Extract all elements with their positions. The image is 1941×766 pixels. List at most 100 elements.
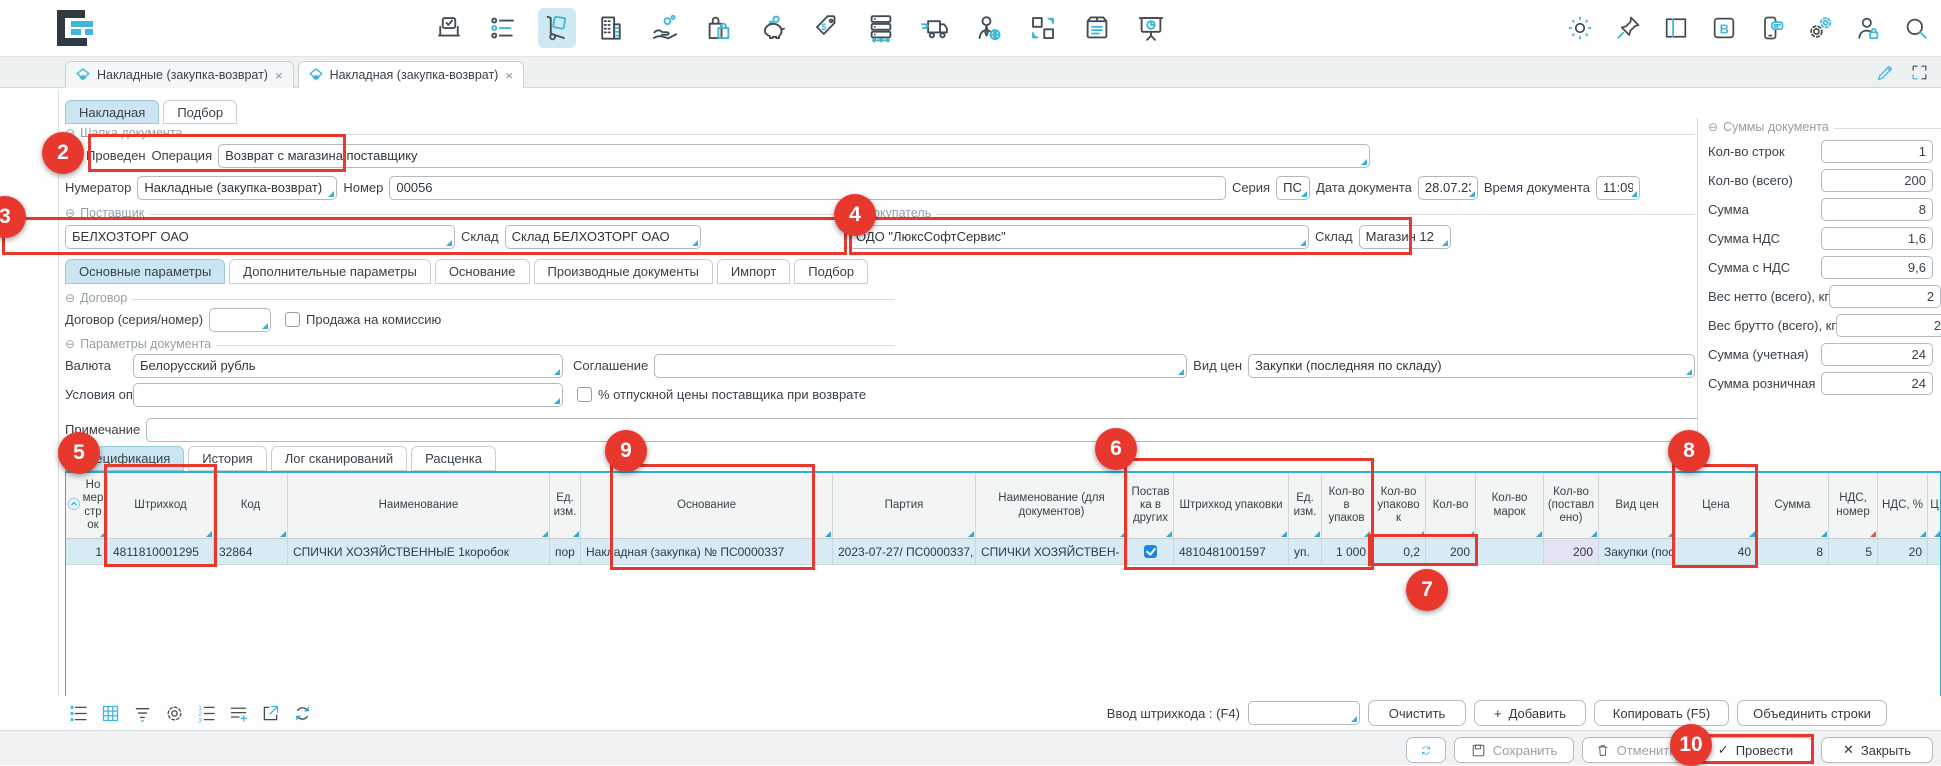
phone-chat-icon[interactable] (1755, 10, 1789, 46)
close-tab-icon[interactable] (505, 68, 513, 83)
open-external-icon[interactable] (260, 703, 281, 724)
supplier-warehouse-input[interactable] (506, 229, 700, 244)
server-stack-icon[interactable] (862, 8, 900, 48)
column-header-14[interactable]: Кол-во (1426, 473, 1476, 538)
price-tag-icon[interactable]: $ (808, 8, 846, 48)
copy-button[interactable]: Копировать (F5) (1594, 700, 1729, 726)
gear-icon[interactable] (164, 703, 185, 724)
window-tab-list[interactable]: Накладные (закупка-возврат) (65, 61, 294, 88)
column-header-2[interactable]: Штрихкод (108, 473, 214, 538)
column-header-16[interactable]: Кол-во (поставлено) (1544, 473, 1599, 538)
buyer-warehouse-input[interactable] (1360, 229, 1450, 244)
cell-4[interactable]: СПИЧКИ ХОЗЯЙСТВЕННЫЕ 1коробок (288, 539, 550, 564)
cell-10[interactable]: 4810481001597 (1174, 539, 1289, 564)
column-header-7[interactable]: Партия (833, 473, 976, 538)
payment-terms-input[interactable] (134, 387, 562, 402)
param-tab-4[interactable]: Производные документы (534, 259, 713, 284)
numerator-input[interactable] (138, 180, 336, 195)
buyer-input[interactable] (850, 229, 1308, 244)
filter-icon[interactable] (132, 703, 153, 724)
save-button[interactable]: Сохранить (1454, 737, 1574, 763)
piggy-bank-icon[interactable] (754, 8, 792, 48)
column-header-8[interactable]: Наименование (для документов) (976, 473, 1128, 538)
close-button[interactable]: ✕Закрыть (1821, 737, 1933, 763)
totals-value-1[interactable]: 1 (1821, 140, 1933, 163)
column-header-15[interactable]: Кол-во марок (1476, 473, 1544, 538)
contract-number-input[interactable] (210, 312, 270, 327)
cell-14[interactable]: 200 (1426, 539, 1476, 564)
param-tab-2[interactable]: Дополнительные параметры (229, 259, 431, 284)
cancel-button[interactable]: Отменить (1582, 737, 1690, 763)
hand-truck-icon[interactable] (538, 8, 576, 48)
swap-squares-icon[interactable] (1024, 8, 1062, 48)
totals-value-3[interactable]: 8 (1821, 198, 1933, 221)
cell-19[interactable]: 8 (1757, 539, 1829, 564)
brightness-icon[interactable] (1563, 10, 1597, 46)
laptop-chat-icon[interactable] (430, 8, 468, 48)
totals-value-7[interactable]: 2 (1836, 314, 1941, 337)
shopping-bags-icon[interactable] (700, 8, 738, 48)
spec-tab-1[interactable]: Спецификация (65, 446, 184, 471)
supplier-input[interactable] (66, 229, 454, 244)
column-header-6[interactable]: Основание (581, 473, 833, 538)
column-header-4[interactable]: Наименование (288, 473, 550, 538)
agreement-input[interactable] (655, 358, 1186, 373)
column-header-17[interactable]: Вид цен (1599, 473, 1676, 538)
bold-icon[interactable]: B (1707, 10, 1741, 46)
pin-icon[interactable] (1611, 10, 1645, 46)
column-header-19[interactable]: Сумма (1757, 473, 1829, 538)
cell-2[interactable]: 4811810001295 (108, 539, 214, 564)
column-header-18[interactable]: Цена (1676, 473, 1757, 538)
cell-12[interactable]: 1 000 (1322, 539, 1372, 564)
column-header-13[interactable]: Кол-во упаковок (1372, 473, 1426, 538)
delivery-truck-icon[interactable] (916, 8, 954, 48)
merge-rows-button[interactable]: Объединить строки (1737, 700, 1887, 726)
collapse-icon[interactable] (65, 126, 75, 140)
settings-gears-icon[interactable] (1803, 10, 1837, 46)
column-header-1[interactable]: Номер строк (66, 473, 108, 538)
param-tab-5[interactable]: Импорт (717, 259, 790, 284)
column-header-12[interactable]: Кол-во в упаков (1322, 473, 1372, 538)
doc-time-input[interactable] (1597, 180, 1639, 195)
tab-nakladnaya[interactable]: Накладная (65, 100, 159, 124)
hand-coin-icon[interactable] (646, 8, 684, 48)
cell-13[interactable]: 0,2 (1372, 539, 1426, 564)
cell-21[interactable]: 20 (1878, 539, 1928, 564)
cell-7[interactable]: 2023-07-27/ ПС0000337, (833, 539, 976, 564)
sort-icon[interactable] (67, 496, 81, 514)
collapse-icon[interactable] (65, 206, 75, 220)
price-type-input[interactable] (1249, 358, 1694, 373)
collapse-icon[interactable] (849, 206, 859, 220)
cell-17[interactable]: Закупки (пос (1599, 539, 1676, 564)
posted-checkbox[interactable] (65, 148, 80, 163)
series-input[interactable] (1277, 180, 1309, 195)
operation-input[interactable] (219, 148, 1369, 163)
column-header-5[interactable]: Ед. изм. (550, 473, 581, 538)
cell-22[interactable] (1928, 539, 1941, 564)
totals-value-4[interactable]: 1,6 (1821, 227, 1933, 250)
search-icon[interactable] (1899, 10, 1933, 46)
table-row[interactable]: 1481181000129532864СПИЧКИ ХОЗЯЙСТВЕННЫЕ … (66, 539, 1940, 565)
column-header-3[interactable]: Код (214, 473, 288, 538)
collapse-icon[interactable] (65, 291, 75, 305)
edit-pencil-icon[interactable] (1875, 62, 1896, 83)
param-tab-6[interactable]: Подбор (794, 259, 868, 284)
cell-8[interactable]: СПИЧКИ ХОЗЯЙСТВЕН- (976, 539, 1128, 564)
spec-tab-3[interactable]: Лог сканирований (271, 446, 407, 471)
cell-16[interactable]: 200 (1544, 539, 1599, 564)
split-view-icon[interactable] (1659, 10, 1693, 46)
post-button[interactable]: ✓Провести (1698, 737, 1813, 763)
building-icon[interactable] (592, 8, 630, 48)
column-header-22[interactable]: Ц (1928, 473, 1941, 538)
left-splitter[interactable] (58, 90, 59, 696)
totals-value-9[interactable]: 24 (1821, 372, 1933, 395)
collapse-icon[interactable] (65, 337, 75, 351)
collapse-icon[interactable] (1708, 120, 1718, 134)
tab-podbor[interactable]: Подбор (163, 100, 237, 124)
row-list-icon[interactable] (68, 703, 89, 724)
refresh-button[interactable] (1406, 737, 1446, 763)
cell-18[interactable]: 40 (1676, 539, 1757, 564)
presentation-chart-icon[interactable] (1132, 8, 1170, 48)
cell-5[interactable]: пор (550, 539, 581, 564)
doc-date-input[interactable] (1419, 180, 1477, 195)
